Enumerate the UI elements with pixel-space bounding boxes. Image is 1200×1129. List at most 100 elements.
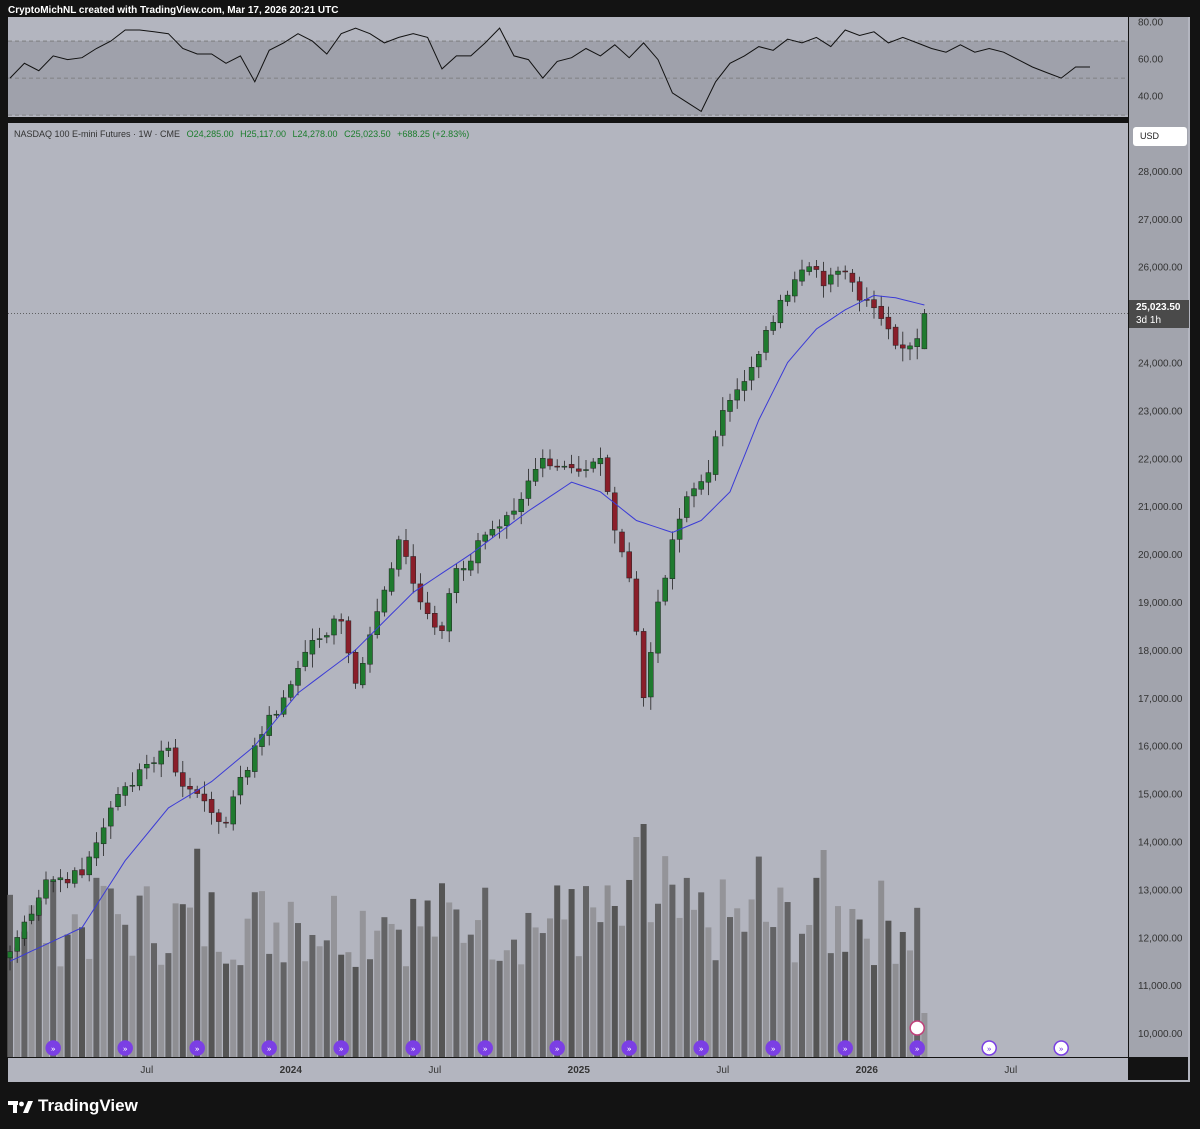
volume-bar — [35, 900, 42, 1057]
candle-body — [475, 540, 481, 564]
volume-bar — [518, 964, 525, 1057]
candle-body — [424, 602, 431, 614]
chart-canvas[interactable]: 80.00 60.00 40.00 10,000.00 11,000.00 12,000.… — [0, 0, 1200, 1129]
candle-body — [100, 827, 107, 845]
candle-body — [230, 796, 236, 825]
volume-bar — [827, 953, 834, 1057]
candle-body — [374, 611, 380, 635]
tradingview-logo[interactable]: TradingView — [8, 1096, 138, 1116]
candle-body — [532, 469, 539, 482]
rsi-tick-label: 80.00 — [1138, 18, 1163, 29]
candle-body — [784, 294, 791, 302]
rsi-tick-label: 40.00 — [1138, 92, 1163, 103]
currency-button[interactable]: USD — [1133, 127, 1187, 146]
candle-body — [633, 578, 640, 632]
candle-body — [208, 799, 215, 813]
price-tick-label: 20,000.00 — [1138, 550, 1183, 561]
candle-body — [698, 481, 704, 490]
price-tick-label: 13,000.00 — [1138, 885, 1183, 896]
candle-body — [136, 769, 143, 787]
volume-bar — [14, 947, 21, 1057]
candle-body — [921, 313, 928, 350]
volume-bar — [194, 848, 201, 1057]
volume-bar — [295, 923, 301, 1057]
volume-bar — [712, 960, 719, 1057]
candle-body — [381, 589, 388, 613]
volume-bar — [359, 910, 366, 1057]
volume-bar — [561, 919, 568, 1057]
volume-bar — [21, 931, 28, 1057]
candle-body — [122, 786, 128, 796]
candle-body — [756, 354, 762, 368]
event-arrow-icon: » — [51, 1045, 56, 1054]
volume-bar — [583, 886, 589, 1057]
candle-body — [396, 539, 402, 570]
volume-bar — [849, 908, 856, 1057]
volume-bar — [755, 856, 762, 1057]
volume-bar — [669, 884, 676, 1057]
event-arrow-icon: » — [195, 1045, 200, 1054]
candle-body — [813, 266, 820, 270]
volume-bar — [136, 895, 143, 1057]
candle-body — [792, 279, 798, 297]
legend-high: H25,117.00 — [240, 129, 286, 139]
candle-body — [626, 551, 632, 579]
volume-bar — [7, 894, 13, 1057]
volume-bar — [107, 888, 114, 1057]
volume-bar — [395, 929, 402, 1057]
price-tick-label: 18,000.00 — [1138, 646, 1183, 657]
volume-bar — [791, 962, 798, 1057]
candle-body — [842, 270, 848, 273]
candle-body — [604, 457, 611, 492]
candle-body — [468, 560, 474, 571]
volume-bar — [446, 902, 453, 1057]
candle-body — [237, 776, 244, 796]
volume-bar — [410, 898, 417, 1057]
volume-bar — [885, 920, 892, 1057]
volume-bar — [748, 899, 755, 1057]
candle-body — [835, 270, 841, 275]
candle-body — [280, 697, 287, 715]
event-arrow-icon: » — [915, 1045, 920, 1054]
candle-body — [511, 510, 517, 515]
volume-bar — [71, 914, 78, 1057]
candle-body — [496, 526, 503, 529]
header-attribution: CryptoMichNL created with TradingView.co… — [8, 5, 339, 16]
volume-bar — [79, 927, 85, 1057]
candle-body — [151, 762, 157, 764]
candle-body — [352, 652, 359, 684]
volume-bar — [165, 953, 172, 1057]
volume-bar — [907, 950, 913, 1057]
volume-bar — [302, 961, 309, 1057]
candle-body — [619, 531, 625, 553]
volume-bar — [496, 960, 503, 1057]
candle-body — [93, 842, 100, 859]
volume-bar — [475, 920, 481, 1057]
volume-bar — [367, 959, 373, 1057]
volume-bar — [532, 927, 539, 1057]
candle-body — [36, 897, 42, 916]
candle-body — [439, 625, 445, 631]
candle-body — [489, 529, 496, 536]
candle-body — [21, 921, 28, 939]
volume-bar — [590, 907, 597, 1057]
price-tick-label: 28,000.00 — [1138, 167, 1183, 178]
candle-body — [388, 568, 395, 592]
volume-bar — [467, 934, 474, 1057]
candle-body — [432, 613, 438, 628]
candle-body — [460, 568, 467, 571]
candle-body — [129, 785, 136, 787]
volume-bar — [244, 918, 251, 1057]
candle-body — [878, 305, 884, 319]
volume-bar — [619, 925, 625, 1057]
volume-bar — [43, 942, 49, 1057]
volume-bar — [611, 905, 618, 1057]
volume-bar — [763, 921, 769, 1057]
time-tick-label: Jul — [428, 1065, 441, 1076]
volume-bar — [172, 903, 179, 1057]
candle-body — [57, 877, 64, 881]
candle-body — [806, 266, 812, 272]
legend-close: C25,023.50 — [344, 129, 391, 139]
volume-bar — [280, 962, 287, 1057]
candle-body — [64, 879, 71, 884]
